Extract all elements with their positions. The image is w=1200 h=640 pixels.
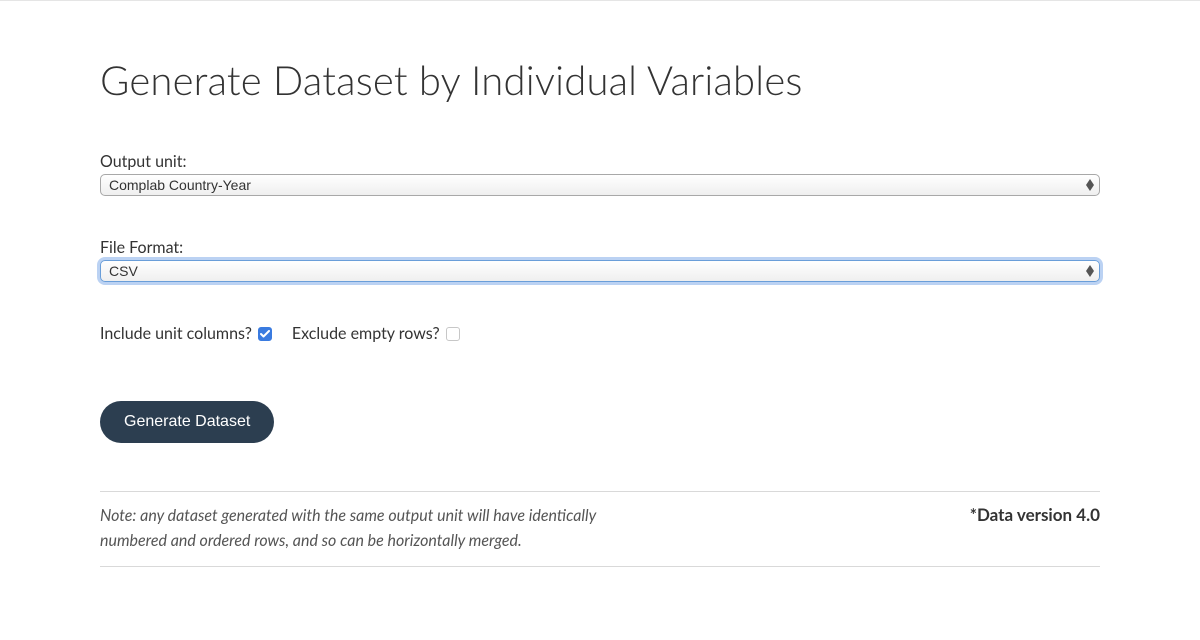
footer-row: Note: any dataset generated with the sam… <box>100 504 1100 554</box>
exclude-empty-group: Exclude empty rows? <box>292 324 460 343</box>
main-container: Generate Dataset by Individual Variables… <box>0 1 1200 567</box>
data-version: *Data version 4.0 <box>970 504 1100 525</box>
output-unit-group: Output unit: Complab Country-Year <box>100 152 1100 196</box>
exclude-empty-checkbox[interactable] <box>446 327 460 341</box>
output-unit-select[interactable]: Complab Country-Year <box>100 174 1100 196</box>
exclude-empty-label: Exclude empty rows? <box>292 324 440 343</box>
divider-bottom <box>100 566 1100 567</box>
page-title: Generate Dataset by Individual Variables <box>100 56 1100 104</box>
divider <box>100 491 1100 492</box>
include-unit-checkbox[interactable] <box>258 327 272 341</box>
output-unit-select-wrap: Complab Country-Year <box>100 174 1100 196</box>
output-unit-label: Output unit: <box>100 152 1100 171</box>
file-format-select-wrap: CSV <box>100 260 1100 282</box>
footer-note: Note: any dataset generated with the sam… <box>100 504 640 554</box>
checkbox-row: Include unit columns? Exclude empty rows… <box>100 324 1100 343</box>
file-format-select[interactable]: CSV <box>100 260 1100 282</box>
include-unit-label: Include unit columns? <box>100 324 252 343</box>
generate-button[interactable]: Generate Dataset <box>100 401 274 443</box>
include-unit-group: Include unit columns? <box>100 324 272 343</box>
file-format-group: File Format: CSV <box>100 238 1100 282</box>
file-format-label: File Format: <box>100 238 1100 257</box>
